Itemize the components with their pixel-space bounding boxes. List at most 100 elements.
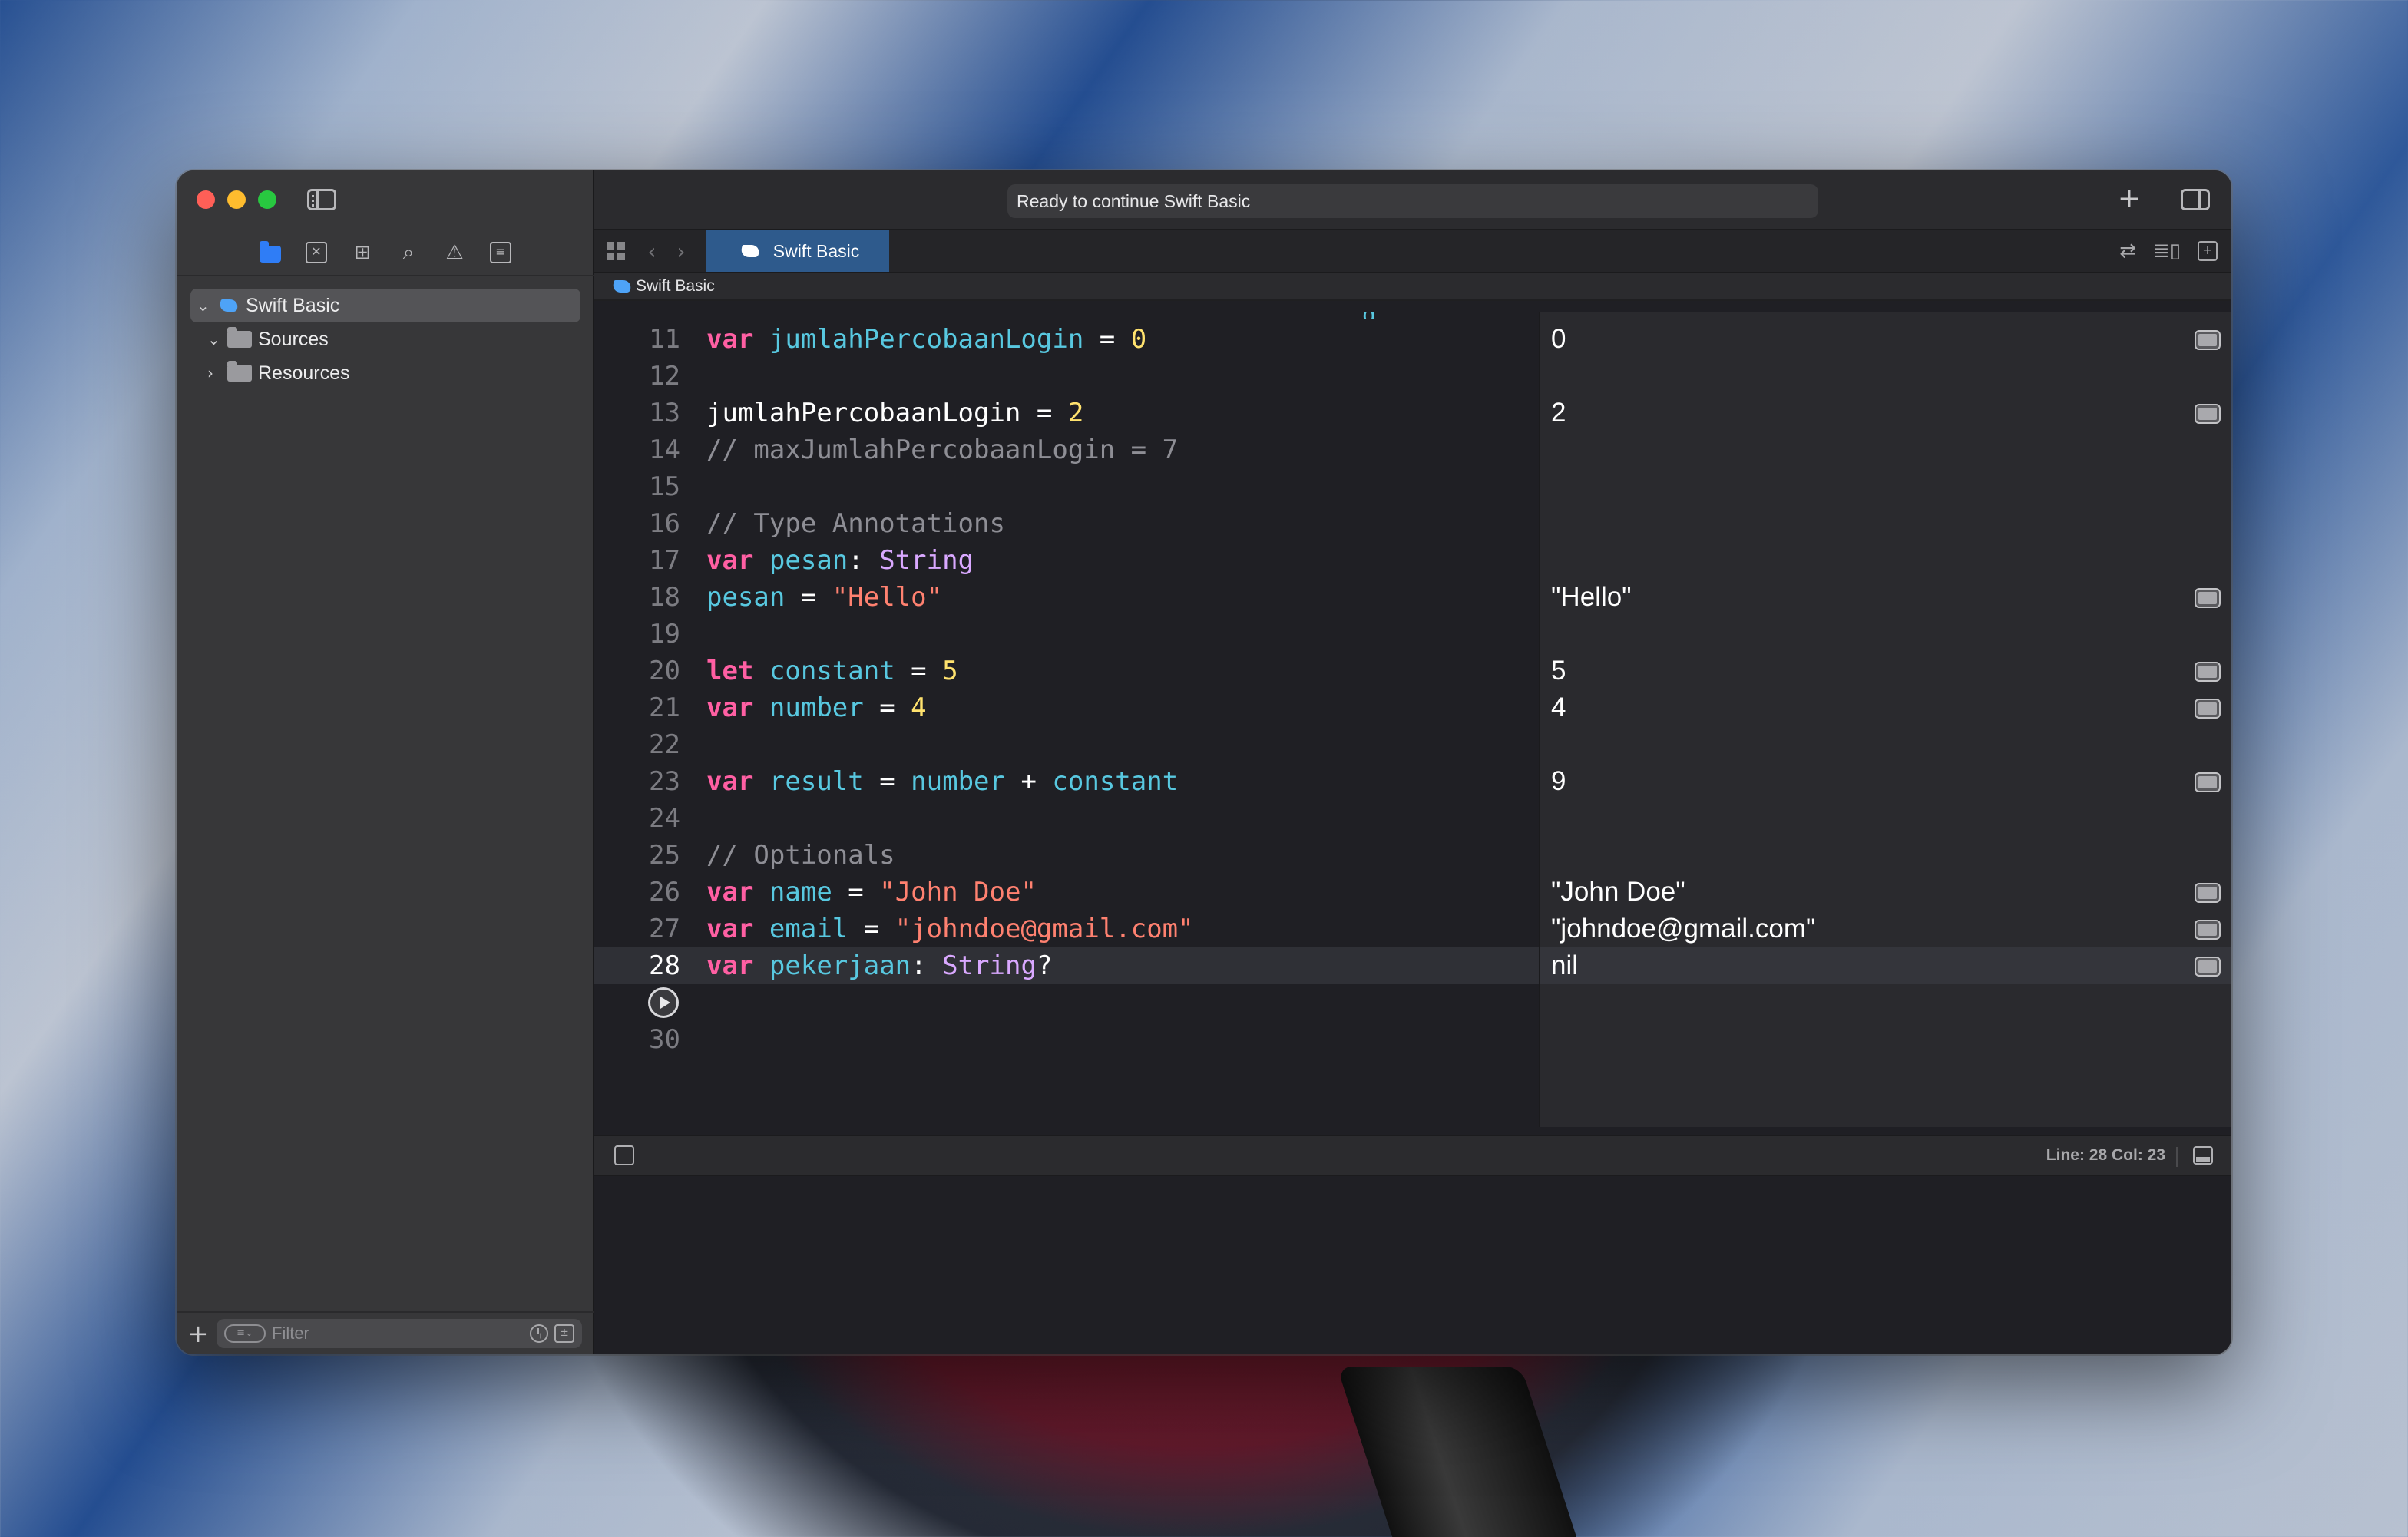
line-number: 16	[649, 508, 680, 539]
chevron-down-icon[interactable]: ⌄	[207, 330, 226, 349]
code-line[interactable]: 14 // maxJumlahPercobaanLogin = 7	[594, 431, 1539, 468]
quick-look-icon[interactable]	[2195, 920, 2221, 940]
code-line[interactable]: 15	[594, 468, 1539, 505]
refresh-swap-icon[interactable]: ⇄	[2119, 240, 2136, 263]
add-file-button[interactable]: +	[187, 1319, 209, 1348]
quick-look-icon[interactable]	[2195, 330, 2221, 350]
line-number: 14	[649, 435, 680, 465]
quick-look-icon[interactable]	[2195, 772, 2221, 792]
filter-options-icon[interactable]: ≡⌄	[224, 1324, 266, 1343]
quick-look-icon[interactable]	[2195, 699, 2221, 719]
code-text: var pekerjaan: String?	[706, 950, 1052, 981]
result-value: "Hello"	[1551, 582, 1632, 612]
code-line[interactable]: 21 var number = 4	[594, 689, 1539, 726]
result-value: 9	[1551, 766, 1566, 796]
code-line[interactable]: 30	[594, 1021, 1539, 1058]
console-area	[594, 1176, 2231, 1354]
code-token: constant	[1052, 766, 1179, 797]
code-token: :	[911, 950, 943, 981]
close-window-button[interactable]	[197, 190, 215, 209]
tree-item-resources[interactable]: › Resources	[190, 356, 580, 390]
window-controls	[197, 190, 276, 209]
tree-item-label: Swift Basic	[246, 294, 340, 316]
tab-label: Swift Basic	[772, 240, 860, 261]
back-arrow-icon[interactable]: ‹	[637, 230, 666, 272]
tab-swift-basic[interactable]: Swift Basic	[706, 230, 889, 272]
report-icon[interactable]: ≡	[490, 242, 511, 263]
code-line[interactable]: 24	[594, 800, 1539, 837]
source-control-icon[interactable]: ✕	[306, 242, 327, 263]
filter-field: ≡⌄ ±	[217, 1319, 582, 1348]
symbol-navigator-icon[interactable]: ⊞	[352, 242, 373, 263]
add-library-button[interactable]: +	[2118, 183, 2141, 214]
related-items-icon[interactable]	[594, 230, 637, 272]
result-value: "John Doe"	[1551, 877, 1685, 907]
code-token: let	[706, 656, 754, 686]
code-line[interactable]: 20 let constant = 5	[594, 653, 1539, 689]
source-control-filter-icon[interactable]: ±	[554, 1324, 574, 1343]
code-line[interactable]: 22	[594, 726, 1539, 763]
code-line[interactable]: 11 var jumlahPercobaanLogin = 0	[594, 321, 1539, 358]
zoom-window-button[interactable]	[258, 190, 276, 209]
breadcrumb-item[interactable]: Swift Basic	[636, 277, 715, 296]
code-text: // maxJumlahPercobaanLogin = 7	[706, 435, 1178, 465]
inspector-toggle-icon[interactable]	[2181, 189, 2210, 210]
code-line[interactable]: 17 var pesan: String	[594, 542, 1539, 579]
result-value: 4	[1551, 692, 1566, 722]
code-line[interactable]: 28 var pekerjaan: String?	[594, 947, 1539, 984]
sidebar-toggle-icon[interactable]	[307, 189, 336, 210]
code-line[interactable]: 16 // Type Annotations	[594, 505, 1539, 542]
find-icon[interactable]: ⌕	[398, 242, 419, 263]
code-line[interactable]: 18 pesan = "Hello"	[594, 579, 1539, 616]
code-token: :	[848, 545, 880, 576]
quick-look-icon[interactable]	[2195, 588, 2221, 608]
code-line[interactable]: 26 var name = "John Doe"	[594, 874, 1539, 911]
code-line[interactable]: 12	[594, 358, 1539, 395]
code-line[interactable]: 13 jumlahPercobaanLogin = 2	[594, 395, 1539, 431]
line-number: 25	[649, 840, 680, 871]
line-number: 18	[649, 582, 680, 613]
quick-look-icon[interactable]	[2195, 957, 2221, 977]
code-token: name	[769, 877, 832, 907]
code-token: "Hello"	[832, 582, 943, 613]
code-token: =	[785, 582, 832, 613]
line-number: 30	[649, 1024, 680, 1055]
tree-item-swift-basic[interactable]: ⌄ Swift Basic	[190, 289, 580, 322]
code-token: var	[706, 692, 754, 723]
issue-icon[interactable]: ⚠	[444, 242, 465, 263]
code-line[interactable]: 27 var email = "johndoe@gmail.com"	[594, 911, 1539, 947]
code-text: var result = number + constant	[706, 766, 1178, 797]
forward-arrow-icon[interactable]: ›	[666, 230, 696, 272]
editor-tools: ⇄ ≣▯ +	[2119, 230, 2231, 272]
result-row: 5	[1540, 653, 2231, 689]
quick-look-icon[interactable]	[2195, 883, 2221, 903]
code-line[interactable]	[594, 984, 1539, 1021]
debug-area-toggle[interactable]	[614, 1145, 634, 1165]
code-line[interactable]: 25 // Optionals	[594, 837, 1539, 874]
code-line[interactable]: 23 var result = number + constant	[594, 763, 1539, 800]
result-row: 9	[1540, 763, 2231, 800]
code-token: var	[706, 766, 754, 797]
run-to-line-button[interactable]	[648, 987, 679, 1018]
result-row: 4	[1540, 689, 2231, 726]
filter-input[interactable]	[272, 1324, 524, 1344]
code-editor[interactable]: g 11 var jumlahPercobaanLogin = 0 12 13 juml…	[594, 312, 1539, 1127]
minimize-window-button[interactable]	[227, 190, 246, 209]
line-number: 11	[649, 324, 680, 355]
activity-status: Ready to continue Swift Basic	[1007, 184, 1818, 218]
add-editor-icon[interactable]: +	[2198, 241, 2218, 261]
quick-look-icon[interactable]	[2195, 404, 2221, 424]
editor-options-icon[interactable]: ≣▯	[2153, 240, 2181, 263]
recent-files-icon[interactable]	[530, 1324, 548, 1343]
breadcrumb: Swift Basic	[594, 273, 2231, 301]
code-token: var	[706, 877, 754, 907]
console-toggle-icon[interactable]	[2193, 1146, 2213, 1165]
quick-look-icon[interactable]	[2195, 662, 2221, 682]
chevron-right-icon[interactable]: ›	[207, 364, 226, 382]
debug-bar: Line: 28 Col: 23	[594, 1135, 2231, 1176]
code-token: result	[769, 766, 864, 797]
chevron-down-icon[interactable]: ⌄	[197, 296, 215, 315]
tree-item-sources[interactable]: ⌄ Sources	[190, 322, 580, 356]
code-line[interactable]: 19	[594, 616, 1539, 653]
project-navigator-icon[interactable]	[260, 241, 281, 263]
